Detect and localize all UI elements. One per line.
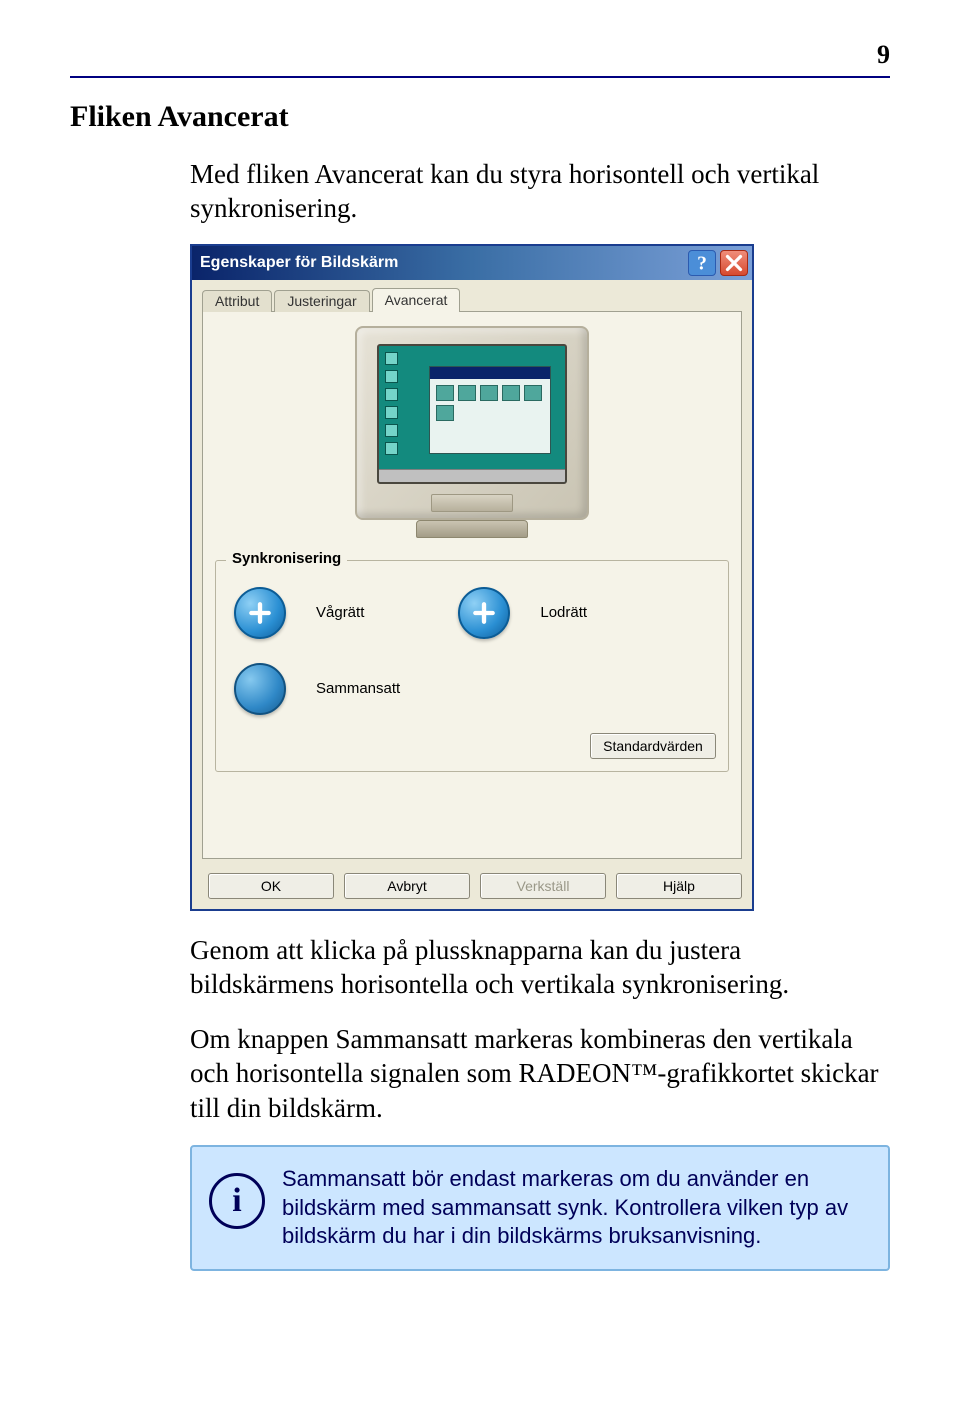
tab-strip: Attribut Justeringar Avancerat [202, 288, 742, 312]
monitor-icon [355, 326, 589, 520]
sync-group: Synkronisering Vågrätt Lodrätt [215, 560, 729, 772]
page-number: 9 [877, 40, 890, 70]
page-number-row: 9 [70, 40, 890, 70]
vertical-plus-button[interactable] [458, 587, 510, 639]
paragraph-2: Om knappen Sammansatt markeras kombinera… [190, 1022, 890, 1126]
info-icon: i [209, 1173, 265, 1229]
properties-dialog: Egenskaper för Bildskärm ? Attribut Just… [190, 244, 754, 911]
intro-paragraph: Med fliken Avancerat kan du styra horiso… [190, 158, 890, 226]
tab-avancerat[interactable]: Avancerat [372, 288, 461, 312]
info-icon-wrap: i [192, 1165, 282, 1229]
tab-attribut[interactable]: Attribut [202, 290, 272, 312]
tab-panel-avancerat: Synkronisering Vågrätt Lodrätt [202, 311, 742, 859]
close-icon[interactable] [720, 250, 748, 276]
sync-composite-row: Sammansatt [228, 651, 716, 727]
titlebar: Egenskaper för Bildskärm ? [192, 246, 752, 280]
info-text: Sammansatt bör endast markeras om du anv… [282, 1165, 866, 1251]
ok-button[interactable]: OK [208, 873, 334, 899]
horizontal-plus-button[interactable] [234, 587, 286, 639]
dialog-button-row: OK Avbryt Verkställ Hjälp [202, 873, 742, 899]
horizontal-label: Vågrätt [316, 604, 364, 621]
paragraph-1: Genom att klicka på plussknapparna kan d… [190, 933, 890, 1002]
section-title: Fliken Avancerat [70, 100, 890, 134]
dialog-body: Attribut Justeringar Avancerat [192, 280, 752, 909]
dialog-screenshot: Egenskaper för Bildskärm ? Attribut Just… [190, 244, 890, 911]
sync-group-title: Synkronisering [226, 550, 347, 567]
composite-toggle-button[interactable] [234, 663, 286, 715]
composite-label: Sammansatt [316, 680, 400, 697]
apply-button[interactable]: Verkställ [480, 873, 606, 899]
vertical-label: Lodrätt [540, 604, 587, 621]
defaults-button[interactable]: Standardvärden [590, 733, 716, 759]
help-icon[interactable]: ? [688, 250, 716, 276]
sync-horizontal-row: Vågrätt Lodrätt [228, 575, 716, 651]
tab-justeringar[interactable]: Justeringar [274, 290, 369, 312]
info-callout: i Sammansatt bör endast markeras om du a… [190, 1145, 890, 1271]
cancel-button[interactable]: Avbryt [344, 873, 470, 899]
help-button[interactable]: Hjälp [616, 873, 742, 899]
svg-text:?: ? [697, 253, 707, 274]
page: 9 Fliken Avancerat Med fliken Avancerat … [0, 0, 960, 1331]
header-rule [70, 76, 890, 78]
defaults-row: Standardvärden [228, 733, 716, 759]
titlebar-text: Egenskaper för Bildskärm [200, 254, 684, 272]
monitor-illustration [215, 326, 729, 538]
